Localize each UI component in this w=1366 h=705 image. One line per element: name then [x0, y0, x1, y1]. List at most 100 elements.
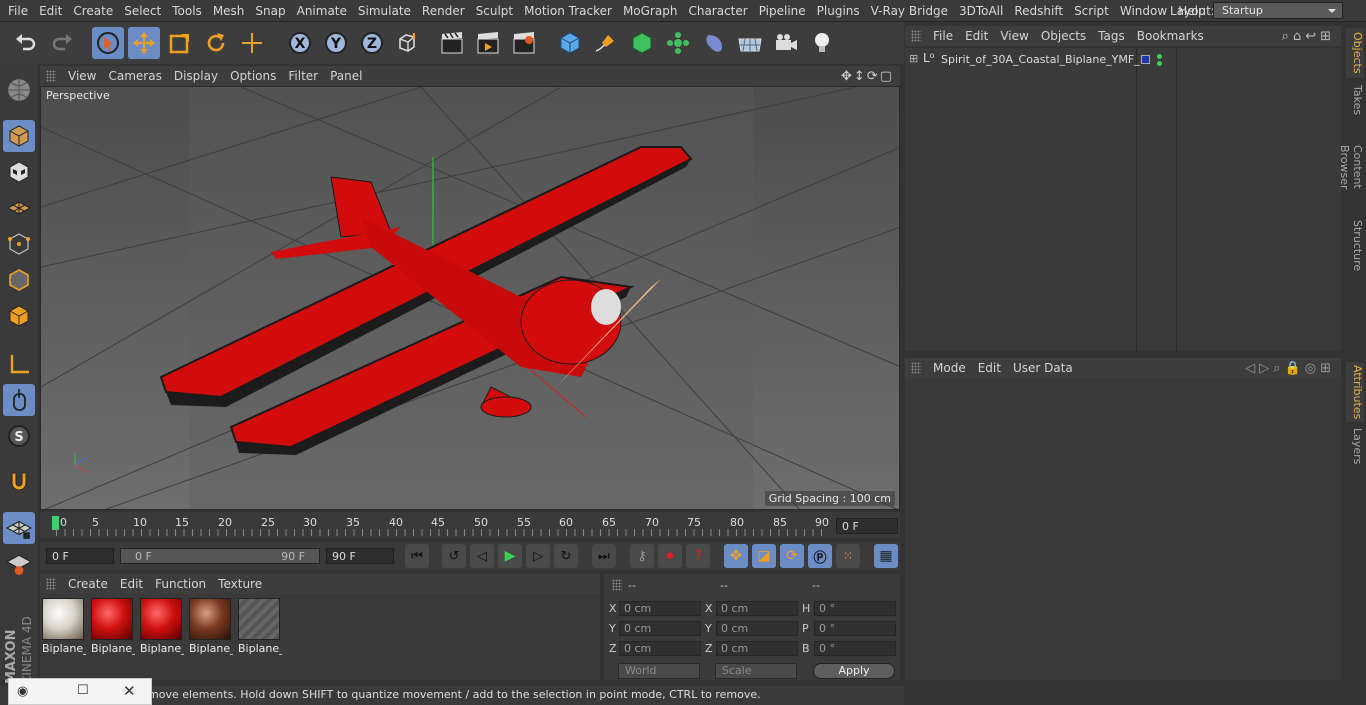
- menu-tools[interactable]: Tools: [164, 4, 202, 18]
- size-mode-dropdown[interactable]: Scale: [715, 663, 797, 679]
- next-frame-button[interactable]: ▷: [526, 544, 550, 568]
- pen-spline-button[interactable]: [590, 27, 622, 59]
- attributes-nav-icons[interactable]: ◁▷⌕🔒◎⊞: [1245, 361, 1335, 376]
- viewport-menu-panel[interactable]: Panel: [330, 69, 362, 83]
- record-keys-button[interactable]: ⚷: [630, 544, 654, 568]
- apply-button[interactable]: Apply: [813, 663, 895, 679]
- attributes-menu-mode[interactable]: Mode: [933, 361, 966, 375]
- size-x-field[interactable]: 0 cm: [716, 601, 798, 616]
- app-thumbnail-icon[interactable]: ◉: [17, 684, 28, 699]
- close-icon[interactable]: ✕: [123, 682, 136, 700]
- objects-menu-objects[interactable]: Objects: [1041, 29, 1086, 43]
- render-to-picture-viewer-button[interactable]: [472, 27, 504, 59]
- make-editable-button[interactable]: [3, 74, 35, 106]
- menu-plugins[interactable]: Plugins: [809, 4, 860, 18]
- start-frame-field[interactable]: 0 F: [46, 548, 114, 564]
- menu-mograph[interactable]: MoGraph: [615, 4, 678, 18]
- size-z-field[interactable]: 0 cm: [716, 641, 798, 656]
- menu-3dtoall[interactable]: 3DToAll: [951, 4, 1003, 18]
- current-frame-field[interactable]: 0 F: [836, 518, 898, 534]
- coordinate-space-dropdown[interactable]: World: [618, 663, 700, 679]
- rotate-tool-button[interactable]: [200, 27, 232, 59]
- axis-mode-button[interactable]: [3, 348, 35, 380]
- subdivision-button[interactable]: [626, 27, 658, 59]
- attributes-menu-user-data[interactable]: User Data: [1013, 361, 1073, 375]
- play-button[interactable]: ▶: [498, 544, 522, 568]
- viewport-menu-options[interactable]: Options: [230, 69, 276, 83]
- panel-grip-icon[interactable]: [46, 578, 56, 590]
- end-frame-field[interactable]: 90 F: [326, 548, 394, 564]
- menu-render[interactable]: Render: [414, 4, 465, 18]
- tab-structure[interactable]: Structure: [1346, 218, 1364, 274]
- panel-grip-icon[interactable]: [911, 362, 921, 374]
- timeline-ruler[interactable]: 0 5 10 15 20 25 30 35 40 45 50 55 60 65 …: [40, 512, 900, 538]
- menu-window[interactable]: Window: [1112, 4, 1167, 18]
- y-axis-button[interactable]: Y: [320, 27, 352, 59]
- menu-edit[interactable]: Edit: [31, 4, 62, 18]
- render-view-button[interactable]: [436, 27, 468, 59]
- viewport-menu-view[interactable]: View: [68, 69, 96, 83]
- menu-create[interactable]: Create: [65, 4, 113, 18]
- scale-tool-button[interactable]: [164, 27, 196, 59]
- menu-pipeline[interactable]: Pipeline: [751, 4, 806, 18]
- timeline-window-button[interactable]: ▦: [874, 544, 898, 568]
- material-swatch[interactable]: Biplane_: [140, 598, 184, 656]
- tweak-mode-button[interactable]: [3, 384, 35, 416]
- maximize-icon[interactable]: ☐: [77, 683, 89, 698]
- transform-tool-button[interactable]: [236, 27, 268, 59]
- panel-grip-icon[interactable]: [911, 30, 921, 42]
- menu-animate[interactable]: Animate: [289, 4, 347, 18]
- objects-menu-file[interactable]: File: [933, 29, 953, 43]
- texture-mode-button[interactable]: [3, 156, 35, 188]
- menu-mesh[interactable]: Mesh: [205, 4, 245, 18]
- object-row[interactable]: ⊞ L⁰ Spirit_of_30A_Coastal_Biplane_YMF_5: [905, 50, 1147, 70]
- redo-button[interactable]: [46, 27, 78, 59]
- edges-mode-button[interactable]: [3, 264, 35, 296]
- deformer-button[interactable]: [698, 27, 730, 59]
- viewport-menu-filter[interactable]: Filter: [288, 69, 318, 83]
- polygons-mode-button[interactable]: [3, 300, 35, 332]
- menu-sculpt[interactable]: Sculpt: [468, 4, 513, 18]
- workplane-mode-button[interactable]: [3, 192, 35, 224]
- material-swatch[interactable]: Biplane_: [42, 598, 86, 656]
- material-swatch[interactable]: Biplane_: [91, 598, 135, 656]
- rot-p-field[interactable]: 0 °: [814, 621, 896, 636]
- panel-grip-icon[interactable]: [612, 579, 622, 591]
- cloner-button[interactable]: [662, 27, 694, 59]
- material-menu-create[interactable]: Create: [68, 577, 108, 591]
- coordinate-system-button[interactable]: [392, 27, 424, 59]
- menu-snap[interactable]: Snap: [247, 4, 285, 18]
- frame-range-slider[interactable]: 0 F 90 F: [120, 548, 320, 564]
- rot-h-field[interactable]: 0 °: [814, 601, 896, 616]
- live-selection-button[interactable]: [92, 27, 124, 59]
- viewport-menu-cameras[interactable]: Cameras: [108, 69, 161, 83]
- pos-y-field[interactable]: 0 cm: [619, 621, 701, 636]
- menu-redshift[interactable]: Redshift: [1006, 4, 1063, 18]
- editor-visibility-dot[interactable]: [1157, 54, 1162, 59]
- snap-button[interactable]: [3, 466, 35, 498]
- points-mode-button[interactable]: [3, 228, 35, 260]
- tab-attributes[interactable]: Attributes: [1346, 362, 1364, 422]
- material-menu-edit[interactable]: Edit: [120, 577, 143, 591]
- floor-button[interactable]: [734, 27, 766, 59]
- key-parameter-button[interactable]: Ⓟ: [808, 544, 832, 568]
- move-tool-button[interactable]: [128, 27, 160, 59]
- planar-workplane-button[interactable]: [3, 548, 35, 580]
- objects-menu-bookmarks[interactable]: Bookmarks: [1137, 29, 1204, 43]
- size-y-field[interactable]: 0 cm: [716, 621, 798, 636]
- undo-button[interactable]: [10, 27, 42, 59]
- material-menu-function[interactable]: Function: [155, 577, 206, 591]
- material-menu-texture[interactable]: Texture: [218, 577, 262, 591]
- menu-vray-bridge[interactable]: V-Ray Bridge: [863, 4, 948, 18]
- viewport-nav-icons[interactable]: ✥↕⟳▢: [841, 69, 894, 84]
- object-manager-nav-icons[interactable]: ⌕⌂↩⊞: [1282, 29, 1335, 44]
- x-axis-button[interactable]: X: [284, 27, 316, 59]
- workplane-lock-button[interactable]: [3, 512, 35, 544]
- previous-frame-button[interactable]: ◁: [470, 544, 494, 568]
- key-position-button[interactable]: ✥: [724, 544, 748, 568]
- previous-key-button[interactable]: ↺: [442, 544, 466, 568]
- render-visibility-dot[interactable]: [1157, 61, 1162, 66]
- solo-button[interactable]: S: [3, 420, 35, 452]
- camera-button[interactable]: [770, 27, 802, 59]
- key-pla-button[interactable]: ⁙: [836, 544, 860, 568]
